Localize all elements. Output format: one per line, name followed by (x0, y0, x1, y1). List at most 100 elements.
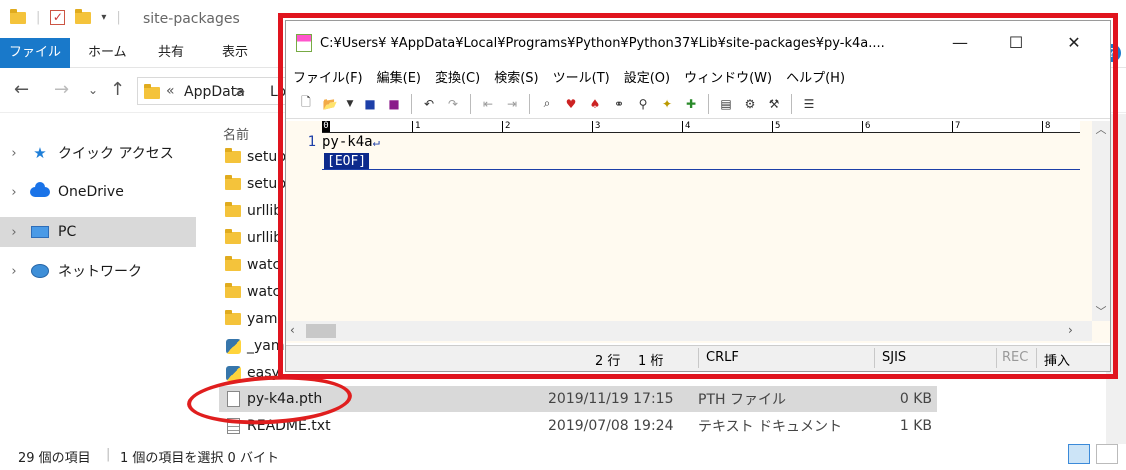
replace-icon[interactable]: ⚭ (610, 95, 628, 113)
encoding-indicator[interactable]: SJIS (882, 350, 906, 365)
menu-window[interactable]: ウィンドウ(W) (684, 67, 772, 86)
line-number-gutter: 1 (286, 121, 320, 321)
minimize-icon[interactable]: — (950, 33, 970, 53)
undo-icon[interactable]: ↶ (420, 95, 438, 113)
open-folder-icon[interactable]: 📂 (321, 95, 339, 113)
editor-toolbar: 🗋 📂 ▼ ■ ■ ↶ ↷ ⇤ ⇥ ⌕ ♥ ♠ ⚭ ⚲ ✦ ✚ ▤ ⚙ ⚒ ☰ (286, 89, 1110, 119)
nav-item-network[interactable]: › ネットワーク (0, 256, 196, 286)
line-ending-indicator[interactable]: CRLF (706, 350, 739, 365)
menu-search[interactable]: 検索(S) (494, 67, 538, 86)
folder-icon (225, 256, 241, 271)
chevron-right-icon[interactable]: › (0, 146, 28, 161)
nav-item-onedrive[interactable]: › OneDrive (0, 177, 196, 207)
search-next-icon[interactable]: ♥ (562, 95, 580, 113)
mark-icon[interactable]: ✚ (682, 95, 700, 113)
new-folder-icon[interactable] (75, 8, 92, 24)
menu-settings[interactable]: 設定(O) (624, 67, 670, 86)
save-as-icon[interactable]: ■ (385, 95, 403, 113)
folder-icon (225, 283, 241, 298)
folder-icon (144, 84, 160, 99)
editor-statusbar: 2 行 1 桁 CRLF SJIS REC 挿入 (286, 345, 1110, 371)
menu-tools[interactable]: ツール(T) (553, 67, 610, 86)
nav-item-quick-access[interactable]: › ★ クイック アクセス (0, 138, 196, 168)
outline-icon[interactable]: ☰ (800, 95, 818, 113)
list-item-readme[interactable]: README.txt 2019/07/08 19:24 テキスト ドキュメント … (219, 413, 937, 439)
recent-dropdown-icon[interactable]: ⌄ (88, 83, 98, 97)
menu-help[interactable]: ヘルプ(H) (786, 67, 845, 86)
line-indicator: 2 行 (595, 354, 621, 369)
network-icon (31, 264, 49, 278)
scroll-right-icon[interactable]: › (1068, 323, 1073, 337)
scroll-up-icon[interactable]: ︿ (1092, 121, 1110, 137)
nav-item-pc[interactable]: › PC (0, 217, 196, 247)
tab-home[interactable]: ホーム (88, 38, 127, 68)
large-icons-view-button[interactable] (1096, 444, 1118, 464)
forward-arrow-icon[interactable]: → (54, 79, 69, 100)
scroll-thumb[interactable] (306, 324, 336, 338)
explorer-statusbar: 29 個の項目 | 1 個の項目を選択 0 バイト (0, 444, 1126, 470)
insert-mode-indicator[interactable]: 挿入 (1044, 350, 1070, 369)
settings-icon[interactable]: ⚙ (741, 95, 759, 113)
code-line: py-k4a↵ (322, 134, 380, 150)
properties-icon[interactable]: ✓ (50, 10, 66, 25)
menu-file[interactable]: ファイル(F) (293, 67, 363, 86)
save-icon[interactable]: ■ (361, 95, 379, 113)
bookmark-icon[interactable]: ⚲ (634, 95, 652, 113)
line-number: 1 (307, 134, 316, 150)
close-icon[interactable]: ✕ (1064, 33, 1084, 53)
editor-title: C:¥Users¥ ¥AppData¥Local¥Programs¥Python… (320, 36, 885, 51)
address-box[interactable]: « AppData > Lo (137, 77, 297, 105)
tab-file[interactable]: ファイル (0, 38, 70, 68)
column-indicator: 1 桁 (638, 354, 664, 369)
editor-vertical-scrollbar[interactable]: ︿ ﹀ (1092, 121, 1110, 321)
sakura-editor-icon (296, 34, 312, 52)
compare-icon[interactable]: ▤ (717, 95, 735, 113)
new-file-icon[interactable]: 🗋 (297, 95, 315, 113)
folder-icon (225, 229, 241, 244)
quick-access-dropdown-icon[interactable]: ▾ (101, 12, 106, 23)
cloud-icon (30, 182, 50, 197)
search-icon[interactable]: ⌕ (538, 95, 556, 113)
folder-icon (225, 148, 241, 163)
editor-menubar: ファイル(F) 編集(E) 変換(C) 検索(S) ツール(T) 設定(O) ウ… (286, 65, 1110, 87)
back-arrow-icon[interactable]: ← (14, 79, 29, 100)
column-ruler: 0 1 2 3 4 5 6 7 8 (322, 121, 1080, 133)
scroll-left-icon[interactable]: ‹ (290, 323, 295, 337)
font-icon[interactable]: ⚒ (765, 95, 783, 113)
eof-marker: [EOF] (324, 153, 370, 170)
navigation-pane: › ★ クイック アクセス › OneDrive › PC › ネットワーク (0, 114, 205, 444)
folder-icon (225, 175, 241, 190)
tab-view[interactable]: 表示 (222, 38, 248, 68)
pc-icon (31, 226, 49, 238)
folder-icon (225, 310, 241, 325)
details-view-button[interactable] (1068, 444, 1090, 464)
crlf-mark-icon: ↵ (372, 135, 380, 149)
column-header-name[interactable]: 名前 (223, 124, 249, 143)
tab-share[interactable]: 共有 (158, 38, 184, 68)
jump-forward-icon[interactable]: ⇥ (503, 95, 521, 113)
redo-icon[interactable]: ↷ (444, 95, 462, 113)
editor-titlebar: C:¥Users¥ ¥AppData¥Local¥Programs¥Python… (286, 21, 1110, 65)
folder-icon (225, 202, 241, 217)
menu-convert[interactable]: 変換(C) (435, 67, 480, 86)
python-file-icon (225, 338, 241, 354)
up-arrow-icon[interactable]: ↑ (110, 79, 125, 100)
maximize-icon[interactable]: ☐ (1006, 33, 1026, 53)
folder-icon (10, 8, 26, 24)
menu-edit[interactable]: 編集(E) (377, 67, 421, 86)
selection-info: 1 個の項目を選択 0 バイト (120, 451, 279, 466)
search-prev-icon[interactable]: ♠ (586, 95, 604, 113)
editor-text-area[interactable]: 0 1 2 3 4 5 6 7 8 1 py-k4a↵ [EOF] ︿ ﹀ ‹ … (286, 121, 1110, 343)
editor-horizontal-scrollbar[interactable]: ‹ › (286, 321, 1092, 341)
open-dropdown-icon[interactable]: ▼ (345, 95, 355, 113)
scroll-down-icon[interactable]: ﹀ (1092, 303, 1110, 319)
chevron-right-icon[interactable]: › (0, 185, 28, 200)
cursor-line-underline (322, 169, 1080, 170)
explorer-title: site-packages (143, 11, 240, 27)
grep-icon[interactable]: ✦ (658, 95, 676, 113)
item-count: 29 個の項目 (18, 451, 91, 466)
jump-back-icon[interactable]: ⇤ (479, 95, 497, 113)
chevron-right-icon[interactable]: › (0, 264, 28, 279)
editor-window: C:¥Users¥ ¥AppData¥Local¥Programs¥Python… (285, 20, 1111, 372)
chevron-right-icon[interactable]: › (0, 225, 28, 240)
